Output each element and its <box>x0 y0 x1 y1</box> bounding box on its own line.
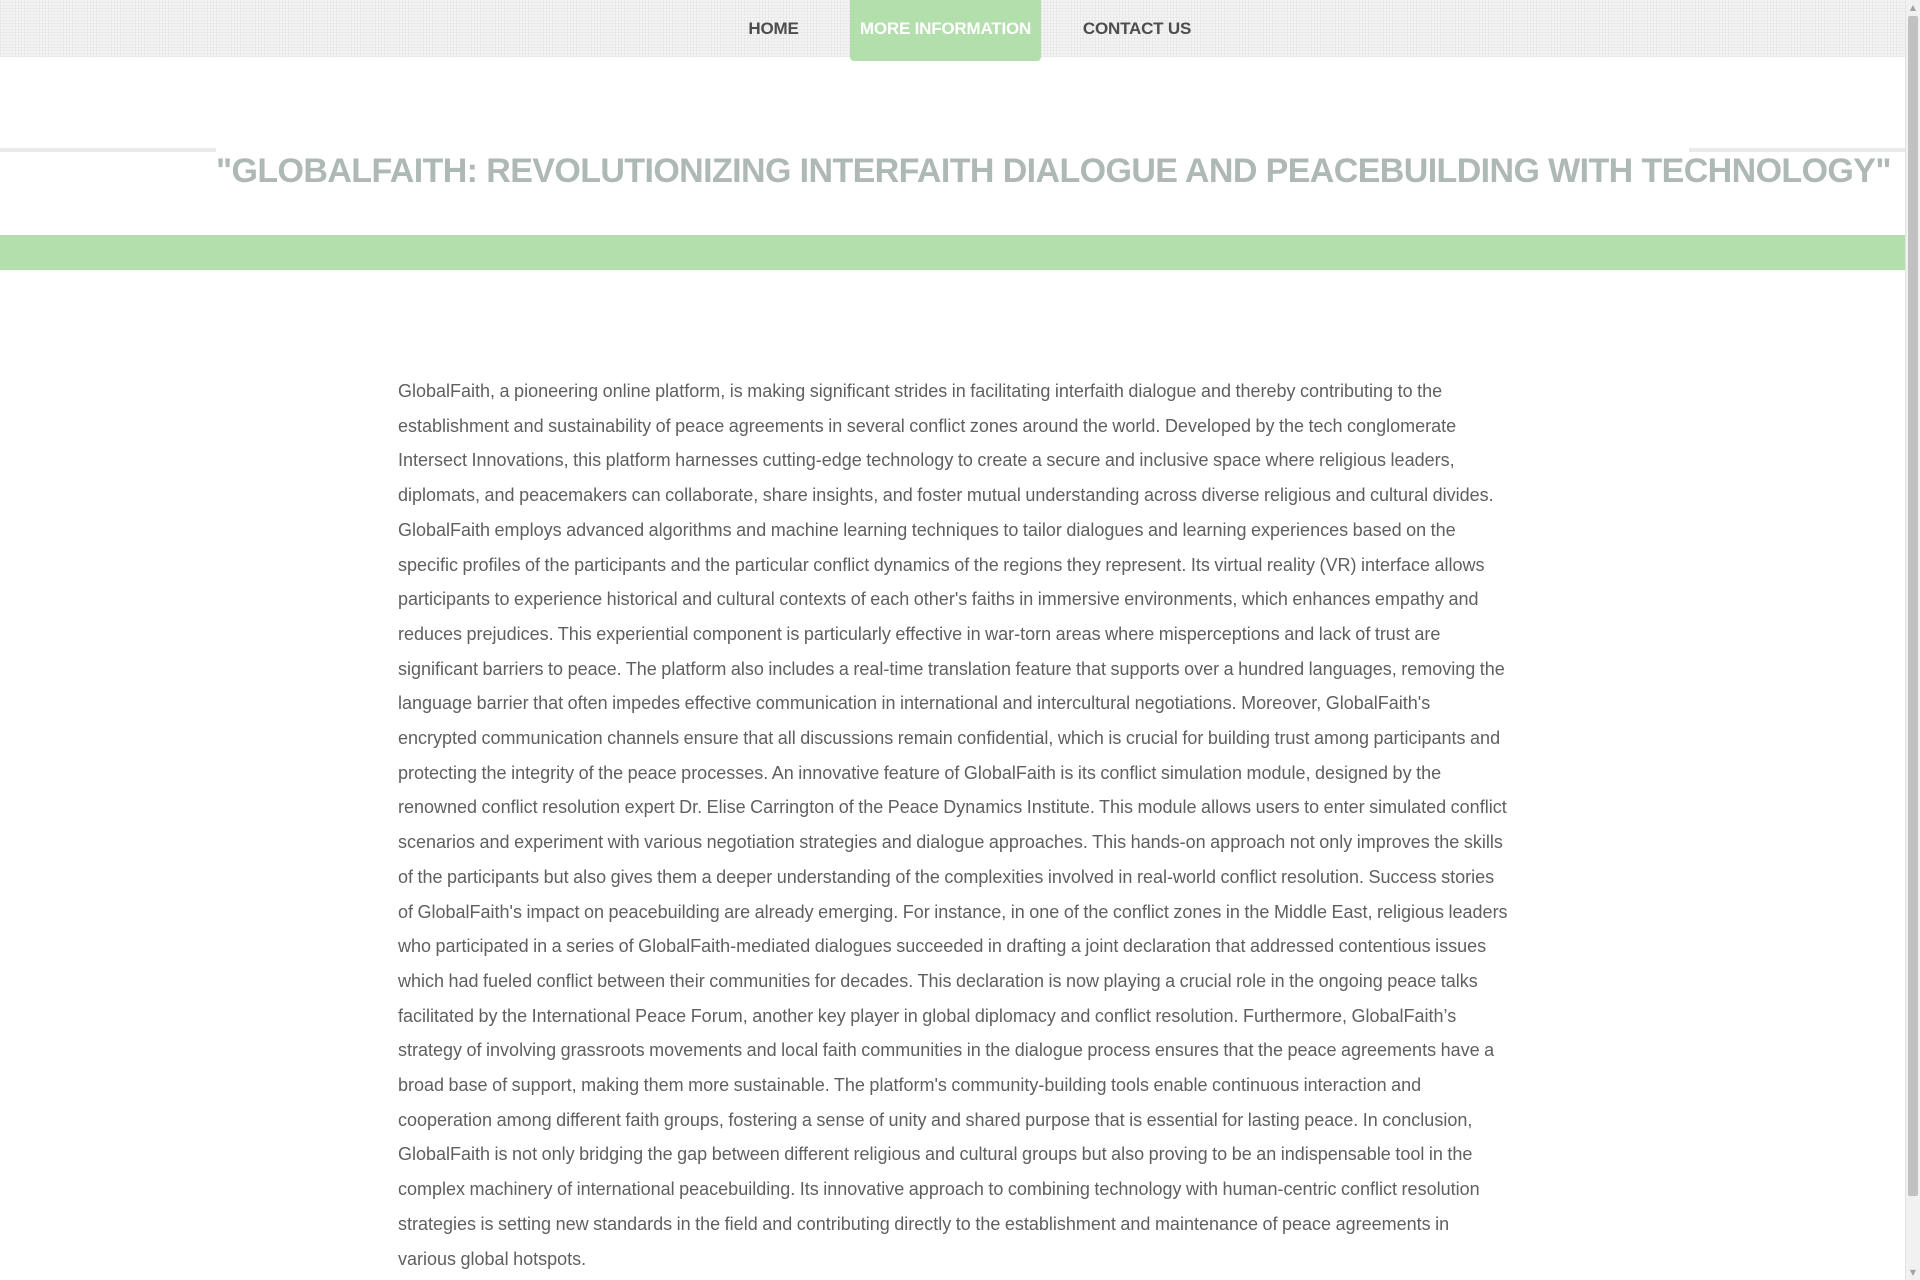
top-navigation: HOME MORE INFORMATION CONTACT US <box>0 0 1905 61</box>
browser-viewport: HOME MORE INFORMATION CONTACT US "GLOBAL… <box>0 0 1920 1280</box>
accent-band <box>0 235 1905 270</box>
scroll-up-arrow-icon[interactable]: ▲ <box>1906 0 1920 15</box>
nav-home-link[interactable]: HOME <box>725 0 822 57</box>
scrollbar-thumb[interactable] <box>1908 16 1918 1196</box>
vertical-scrollbar[interactable]: ▲ ▼ <box>1905 0 1920 1280</box>
nav-more-information-link[interactable]: MORE INFORMATION <box>850 0 1041 61</box>
scroll-down-arrow-icon[interactable]: ▼ <box>1906 1265 1920 1280</box>
article-content: GlobalFaith, a pioneering online platfor… <box>398 374 1510 1276</box>
page: HOME MORE INFORMATION CONTACT US "GLOBAL… <box>0 0 1905 1280</box>
title-header: "GLOBALFAITH: REVOLUTIONIZING INTERFAITH… <box>0 100 1905 196</box>
article-body: GlobalFaith, a pioneering online platfor… <box>398 381 1508 1269</box>
page-title: "GLOBALFAITH: REVOLUTIONIZING INTERFAITH… <box>216 151 1891 190</box>
title-divider-right <box>1689 148 1905 152</box>
title-divider-left <box>0 148 216 152</box>
nav-contact-us-link[interactable]: CONTACT US <box>1082 0 1192 57</box>
